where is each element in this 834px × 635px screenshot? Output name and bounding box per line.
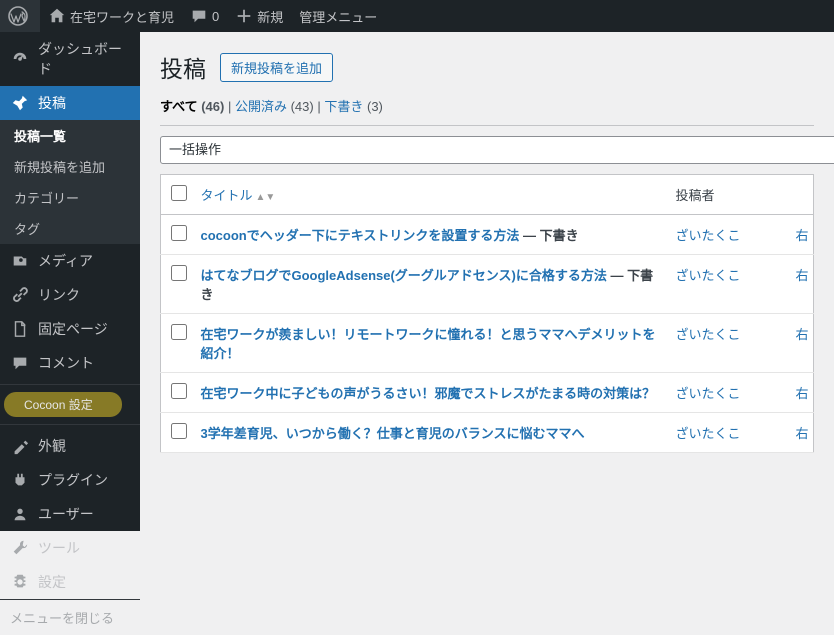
table-row: cocoonでヘッダー下にテキストリンクを設置する方法 — 下書き ざいたくこ 右 [161,215,814,255]
select-all-checkbox[interactable] [171,185,187,201]
plus-icon [235,7,253,25]
site-name-link[interactable]: 在宅ワークと育児 [40,0,182,32]
filter-published[interactable]: 公開済み (43) [235,99,314,114]
row-checkbox[interactable] [171,265,187,281]
posts-table: タイトル▲▼ 投稿者 右 cocoonでヘッダー下にテキストリンクを設置する方法… [160,174,814,453]
filter-draft[interactable]: 下書き (3) [324,99,383,114]
sidebar-label: 設定 [38,572,66,592]
appearance-icon [10,436,30,456]
comment-icon [10,353,30,373]
sidebar-label: Cocoon 設定 [10,396,93,413]
sidebar-item-settings[interactable]: 設定 [0,565,140,599]
new-content-link[interactable]: 新規 [227,0,291,32]
table-row: 3学年差育児、いつから働く？仕事と育児のバランスに悩むママへ ざいたくこ 右 [161,413,814,453]
col-title-sort[interactable]: タイトル▲▼ [201,188,276,203]
sidebar-label: リンク [38,285,80,305]
author-link[interactable]: ざいたくこ [676,228,741,243]
status-filter-links: すべて (46) | 公開済み (43) | 下書き (3) [160,96,814,115]
link-icon [10,285,30,305]
post-title-link[interactable]: 在宅ワーク中に子どもの声がうるさい！邪魔でストレスがたまる時の対策は？ [201,386,656,401]
sidebar-item-tools[interactable]: ツール [0,531,140,565]
post-title-link[interactable]: はてなブログでGoogleAdsense(グーグルアドセンス)に合格する方法 [201,268,607,283]
sidebar-sub-posts-new[interactable]: 新規投稿を追加 [0,151,140,182]
sidebar-label: 固定ページ [38,319,108,339]
collapse-menu[interactable]: メニューを閉じる [0,599,140,635]
admin-sidebar: ダッシュボード 投稿 投稿一覧 新規投稿を追加 カテゴリー タグ メディア リン… [0,32,140,531]
filter-all[interactable]: すべて (46) [160,99,224,114]
post-title-link[interactable]: 在宅ワークが羨ましい！リモートワークに憧れる！と思うママへデメリットを紹介！ [201,327,656,361]
sort-icon: ▲▼ [256,192,276,203]
media-icon [10,251,30,271]
sidebar-label: プラグイン [38,470,108,490]
wp-logo[interactable] [0,0,40,32]
collapse-label: メニューを閉じる [10,608,114,627]
row-checkbox[interactable] [171,225,187,241]
sidebar-item-links[interactable]: リンク [0,278,140,312]
admin-menu-label: 管理メニュー [299,7,377,26]
row-checkbox[interactable] [171,383,187,399]
sidebar-item-plugins[interactable]: プラグイン [0,463,140,497]
new-label: 新規 [257,7,283,26]
admin-bar: 在宅ワークと育児 0 新規 管理メニュー [0,0,834,32]
page-title: 投稿 [160,50,206,84]
gear-icon [10,572,30,592]
dashboard-icon [10,49,30,69]
pin-icon [10,93,30,113]
row-checkbox[interactable] [171,324,187,340]
sidebar-item-appearance[interactable]: 外観 [0,429,140,463]
row-checkbox[interactable] [171,423,187,439]
sidebar-item-posts[interactable]: 投稿 [0,86,140,120]
comment-icon [190,7,208,25]
user-icon [10,504,30,524]
table-row: はてなブログでGoogleAdsense(グーグルアドセンス)に合格する方法 —… [161,255,814,314]
table-row: 在宅ワークが羨ましい！リモートワークに憧れる！と思うママへデメリットを紹介！ ざい… [161,314,814,373]
home-icon [48,7,66,25]
sidebar-item-dashboard[interactable]: ダッシュボード [0,32,140,86]
admin-menu-link[interactable]: 管理メニュー [291,0,385,32]
sidebar-item-users[interactable]: ユーザー [0,497,140,531]
author-link[interactable]: ざいたくこ [676,426,741,441]
filter-bar: 一括操作 適用 すべての日付 カテゴリー一覧 すべてのタグ すべてのユーザー 絞… [160,125,814,174]
extra-cell: 右 [786,255,814,314]
tools-icon [10,538,30,558]
extra-cell: 右 [786,413,814,453]
author-link[interactable]: ざいたくこ [676,386,741,401]
author-link[interactable]: ざいたくこ [676,327,741,342]
sidebar-label: ダッシュボード [38,39,132,79]
sidebar-item-comments[interactable]: コメント [0,346,140,380]
sidebar-separator [0,424,140,425]
site-name: 在宅ワークと育児 [70,7,174,26]
col-extra-header: 右 [786,175,814,215]
author-link[interactable]: ざいたくこ [676,268,741,283]
plugin-icon [10,470,30,490]
sidebar-label: ユーザー [38,504,94,524]
bulk-action-select[interactable]: 一括操作 [160,136,834,164]
post-state: — 下書き [519,228,578,243]
sidebar-item-pages[interactable]: 固定ページ [0,312,140,346]
extra-cell: 右 [786,373,814,413]
comments-count: 0 [212,9,219,24]
sidebar-label: 外観 [38,436,66,456]
extra-cell: 右 [786,314,814,373]
col-author-header: 投稿者 [666,175,786,215]
sidebar-item-media[interactable]: メディア [0,244,140,278]
main-content: 投稿 新規投稿を追加 すべて (46) | 公開済み (43) | 下書き (3… [140,32,834,531]
page-icon [10,319,30,339]
sidebar-sub-posts-list[interactable]: 投稿一覧 [0,120,140,151]
sidebar-separator [0,384,140,385]
sidebar-label: コメント [38,353,94,373]
sidebar-label: ツール [38,538,80,558]
sidebar-sub-tags[interactable]: タグ [0,213,140,244]
sidebar-posts-submenu: 投稿一覧 新規投稿を追加 カテゴリー タグ [0,120,140,244]
add-new-button[interactable]: 新規投稿を追加 [220,53,333,82]
table-row: 在宅ワーク中に子どもの声がうるさい！邪魔でストレスがたまる時の対策は？ ざいたくこ… [161,373,814,413]
post-title-link[interactable]: 3学年差育児、いつから働く？仕事と育児のバランスに悩むママへ [201,426,585,441]
extra-cell: 右 [786,215,814,255]
sidebar-label: メディア [38,251,93,271]
sidebar-item-cocoon[interactable]: Cocoon 設定 [0,389,140,420]
post-title-link[interactable]: cocoonでヘッダー下にテキストリンクを設置する方法 [201,228,520,243]
sidebar-sub-categories[interactable]: カテゴリー [0,182,140,213]
sidebar-label: 投稿 [38,93,66,113]
comments-link[interactable]: 0 [182,0,227,32]
